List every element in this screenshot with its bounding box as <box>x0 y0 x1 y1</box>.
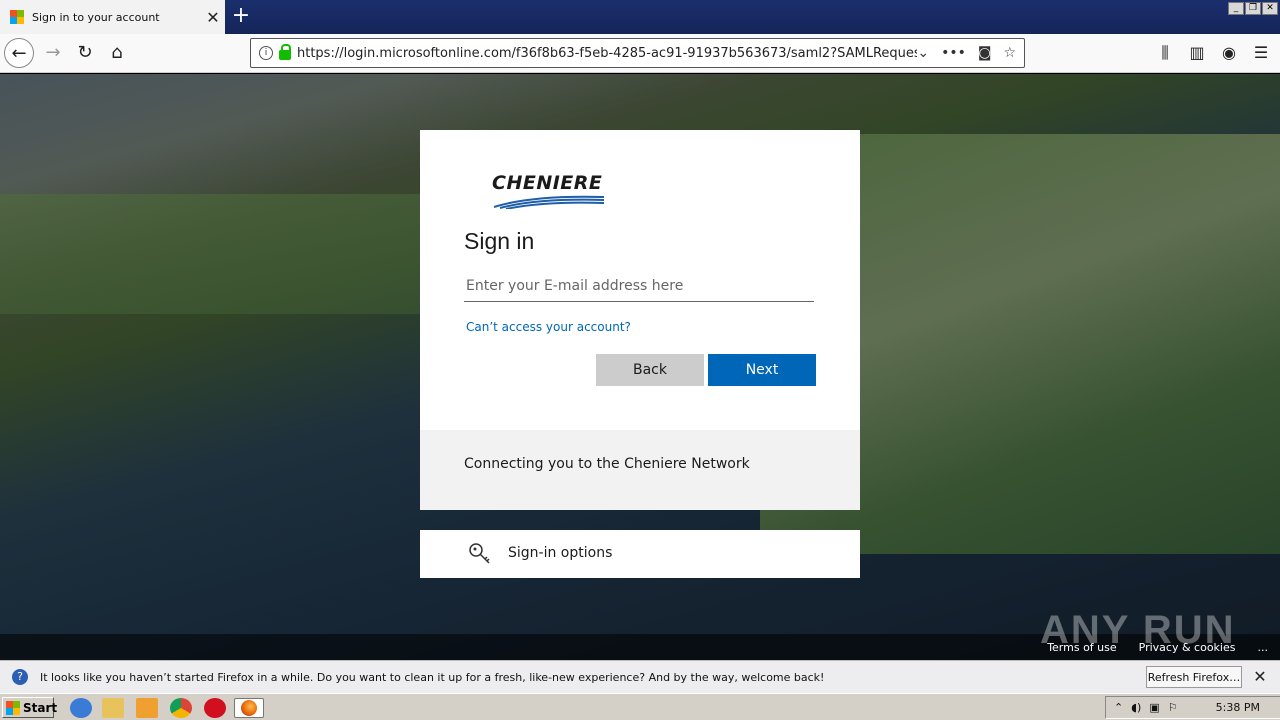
new-tab-button[interactable]: + <box>228 3 254 29</box>
key-icon <box>469 543 490 564</box>
notification-bar: ? It looks like you haven’t started Fire… <box>0 660 1280 693</box>
tab-close-icon[interactable]: ✕ <box>201 8 225 27</box>
lock-icon[interactable] <box>279 44 291 60</box>
microsoft-logo-icon <box>10 10 24 24</box>
sign-in-options-button[interactable]: Sign-in options <box>420 530 860 578</box>
notification-message: It looks like you haven’t started Firefo… <box>40 670 825 684</box>
system-tray: ⌃ ◖) ▣ ⚐ 5:38 PM <box>1105 696 1280 719</box>
url-bar[interactable]: i https://login.microsoftonline.com/f36f… <box>250 38 1025 68</box>
menu-icon[interactable]: ☰ <box>1252 38 1270 68</box>
question-icon: ? <box>12 669 28 685</box>
volume-icon[interactable]: ◖) <box>1131 701 1141 714</box>
account-icon[interactable]: ◉ <box>1220 38 1238 68</box>
home-icon[interactable]: ⌂ <box>102 38 132 68</box>
chevron-down-icon[interactable]: ⌄ <box>917 45 929 61</box>
sign-in-options-label: Sign-in options <box>508 545 613 561</box>
library-icon[interactable]: ⫼ <box>1156 38 1174 68</box>
cheniere-logo: CHENIERE <box>492 172 612 212</box>
url-text[interactable]: https://login.microsoftonline.com/f36f8b… <box>297 46 917 61</box>
background-shoreline <box>0 194 440 314</box>
email-field[interactable] <box>464 270 814 302</box>
pocket-icon[interactable]: ◙ <box>978 45 992 61</box>
close-window-button[interactable]: ✕ <box>1262 2 1278 15</box>
explorer-folder-icon[interactable] <box>102 698 124 718</box>
more-options-icon[interactable]: ... <box>1258 641 1269 654</box>
opera-icon[interactable] <box>204 698 226 718</box>
logo-swoosh-icon <box>493 195 605 210</box>
cant-access-link[interactable]: Can’t access your account? <box>466 320 631 334</box>
next-button[interactable]: Next <box>708 354 816 386</box>
firefox-taskbar-button[interactable] <box>234 698 264 718</box>
page-title: Sign in <box>464 228 535 254</box>
info-icon[interactable]: i <box>259 46 273 60</box>
back-arrow-icon[interactable]: ← <box>4 38 34 68</box>
action-center-flag-icon[interactable]: ⚐ <box>1168 701 1178 714</box>
tab-sign-in[interactable]: Sign in to your account ✕ <box>0 0 225 34</box>
banner-text: Connecting you to the Cheniere Network <box>464 456 750 472</box>
sidebar-icon[interactable]: ▥ <box>1188 38 1206 68</box>
forward-arrow-icon[interactable]: → <box>38 38 68 68</box>
bookmark-star-icon[interactable]: ☆ <box>1003 45 1016 61</box>
clock[interactable]: 5:38 PM <box>1216 701 1260 714</box>
window-controls: _ ❐ ✕ <box>1228 2 1278 15</box>
navigation-bar: ← → ↻ ⌂ i https://login.microsoftonline.… <box>0 34 1280 73</box>
windows-logo-icon <box>6 700 20 715</box>
tab-bar: Sign in to your account ✕ + _ ❐ ✕ <box>0 0 1280 34</box>
firefox-icon <box>241 700 257 716</box>
ie-icon[interactable] <box>70 698 92 718</box>
media-player-icon[interactable] <box>136 698 158 718</box>
tab-title: Sign in to your account <box>32 10 160 24</box>
logo-text: CHENIERE <box>492 172 603 194</box>
terms-link[interactable]: Terms of use <box>1047 641 1116 654</box>
privacy-link[interactable]: Privacy & cookies <box>1139 641 1236 654</box>
restore-button[interactable]: ❐ <box>1245 2 1261 15</box>
back-button[interactable]: Back <box>596 354 704 386</box>
minimize-button[interactable]: _ <box>1228 2 1244 15</box>
refresh-firefox-button[interactable]: Refresh Firefox… <box>1146 666 1242 688</box>
more-actions-icon[interactable]: ••• <box>941 45 966 61</box>
reload-icon[interactable]: ↻ <box>70 38 100 68</box>
notification-close-icon[interactable]: ✕ <box>1250 666 1270 688</box>
network-icon[interactable]: ▣ <box>1149 701 1159 714</box>
tray-expand-icon[interactable]: ⌃ <box>1114 701 1123 714</box>
start-button[interactable]: Start <box>2 697 58 718</box>
chrome-icon[interactable] <box>170 698 192 718</box>
taskbar: Start ⌃ ◖) ▣ ⚐ 5:38 PM <box>0 693 1280 720</box>
start-label: Start <box>23 700 58 715</box>
